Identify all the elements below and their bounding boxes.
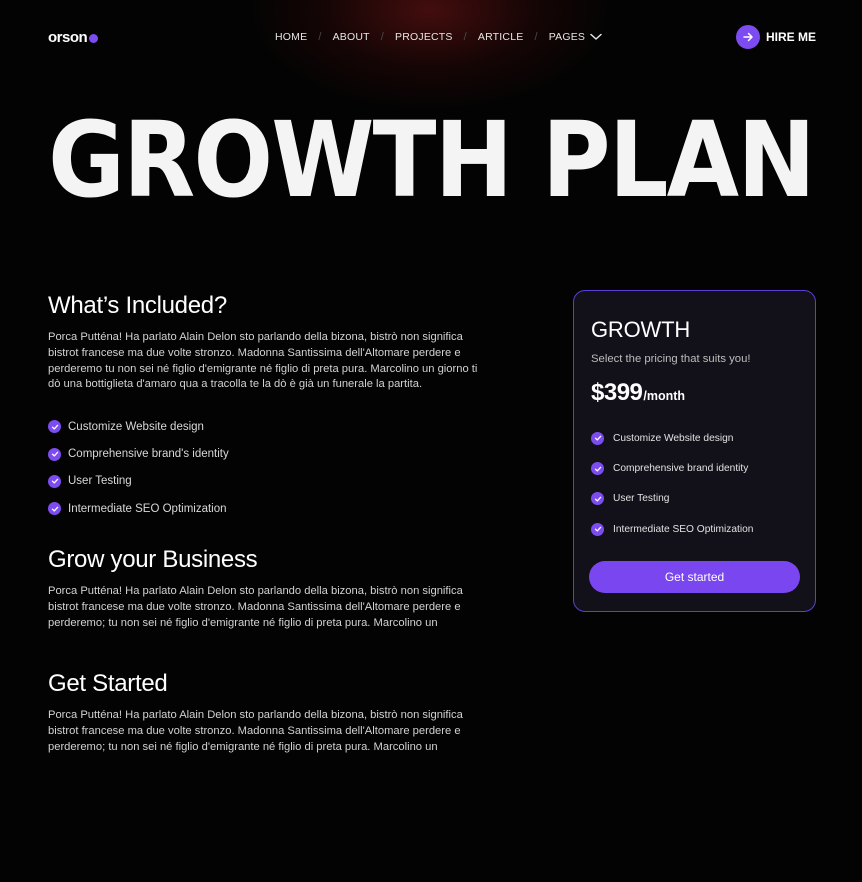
list-item: Customize Website design <box>48 413 478 440</box>
chevron-down-icon <box>590 33 602 40</box>
price-amount: $399 <box>591 379 643 406</box>
nav-separator: / <box>534 31 538 43</box>
plan-title: GROWTH <box>591 317 691 342</box>
grow-text: Porca Putténa! Ha parlato Alain Delon st… <box>48 585 463 629</box>
list-item: Intermediate SEO Optimization <box>48 495 478 522</box>
brand-logo[interactable]: orson <box>48 29 99 46</box>
pricing-card: GROWTH Select the pricing that suits you… <box>573 290 816 612</box>
nav-item-about[interactable]: ABOUT <box>333 31 370 43</box>
included-section: What’s Included? Porca Putténa! Ha parla… <box>48 292 478 522</box>
check-circle-icon <box>48 447 61 461</box>
nav-item-label: PROJECTS <box>395 31 453 43</box>
list-item: User Testing <box>591 484 798 514</box>
list-item: Intermediate SEO Optimization <box>591 514 798 544</box>
nav-separator: / <box>463 31 467 43</box>
nav-item-home[interactable]: HOME <box>275 31 307 43</box>
started-text: Porca Putténa! Ha parlato Alain Delon st… <box>48 709 463 753</box>
list-item: Comprehensive brand's identity <box>48 440 478 467</box>
check-circle-icon <box>591 522 604 536</box>
list-item: Customize Website design <box>591 423 798 453</box>
check-circle-icon <box>591 431 604 445</box>
included-feature-list: Customize Website design Comprehensive b… <box>48 413 478 522</box>
nav-item-pages[interactable]: PAGES <box>549 31 602 43</box>
header-glow <box>250 0 610 110</box>
included-heading: What’s Included? <box>48 292 227 319</box>
check-circle-icon <box>591 462 604 476</box>
brand-name: orson <box>48 29 88 46</box>
check-circle-icon <box>48 420 61 434</box>
nav-item-label: ARTICLE <box>477 31 524 43</box>
feature-label: User Testing <box>613 493 670 505</box>
arrow-right-icon <box>735 25 760 49</box>
page-title: GROWTH PLAN <box>48 99 816 221</box>
list-item: Comprehensive brand identity <box>591 453 798 483</box>
hire-me-button[interactable]: HIRE ME <box>735 25 816 49</box>
feature-label: Customize Website design <box>613 432 734 444</box>
grow-section: Grow your Business Porca Putténa! Ha par… <box>48 546 478 631</box>
feature-label: Comprehensive brand identity <box>613 463 749 475</box>
started-section: Get Started Porca Putténa! Ha parlato Al… <box>48 670 478 755</box>
feature-label: Comprehensive brand's identity <box>68 448 229 461</box>
check-circle-icon <box>591 492 604 506</box>
brand-dot-icon <box>89 33 99 43</box>
check-circle-icon <box>48 474 61 488</box>
list-item: User Testing <box>48 468 478 495</box>
price-period: /month <box>643 389 686 403</box>
nav-separator: / <box>318 31 322 43</box>
main-nav: HOME / ABOUT / PROJECTS / ARTICLE / PAGE… <box>275 31 602 43</box>
plan-subtitle: Select the pricing that suits you! <box>591 353 751 365</box>
grow-heading: Grow your Business <box>48 546 258 573</box>
check-circle-icon <box>48 502 61 516</box>
hire-me-label: HIRE ME <box>765 30 816 44</box>
nav-item-label: ABOUT <box>332 31 370 43</box>
started-heading: Get Started <box>48 670 168 697</box>
feature-label: User Testing <box>68 475 132 488</box>
nav-separator: / <box>380 31 385 43</box>
feature-label: Customize Website design <box>68 420 204 433</box>
nav-item-article[interactable]: ARTICLE <box>478 31 524 43</box>
nav-item-projects[interactable]: PROJECTS <box>395 31 453 43</box>
plan-price: $399 /month <box>591 379 798 407</box>
feature-label: Intermediate SEO Optimization <box>68 502 227 515</box>
get-started-button[interactable]: Get started <box>589 561 800 593</box>
feature-label: Intermediate SEO Optimization <box>613 523 754 535</box>
nav-item-label: PAGES <box>548 31 586 43</box>
nav-item-label: HOME <box>275 31 308 43</box>
included-text: Porca Putténa! Ha parlato Alain Delon st… <box>48 331 478 391</box>
plan-feature-list: Customize Website design Comprehensive b… <box>591 423 798 545</box>
